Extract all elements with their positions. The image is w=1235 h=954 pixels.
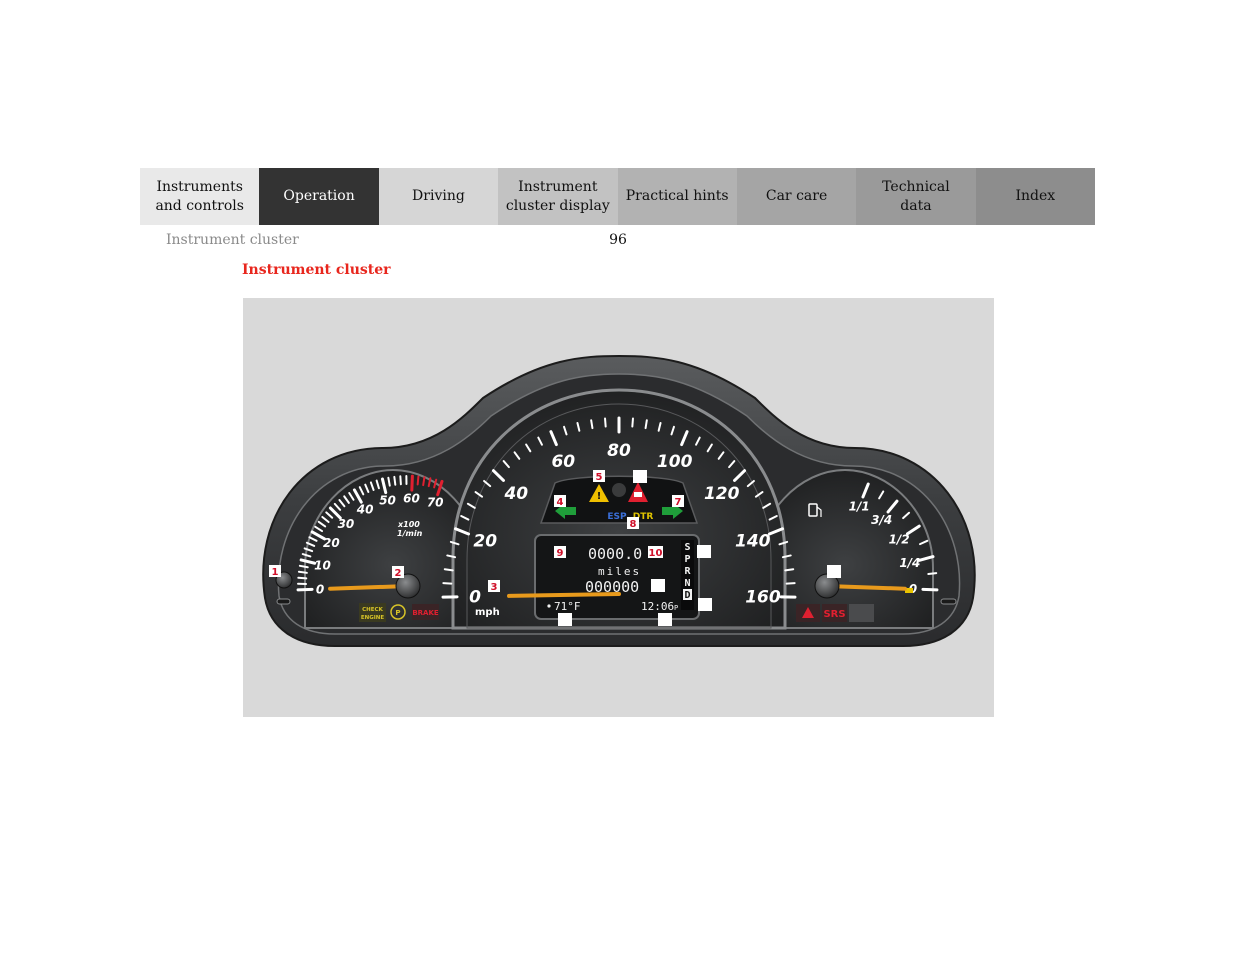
callout-number: 5 [596, 472, 603, 483]
callout-number: 8 [630, 519, 637, 530]
tach-tick [410, 474, 414, 492]
page-heading: Instrument cluster [242, 262, 391, 278]
speed-label: 20 [473, 532, 497, 552]
fuel-label: 1/4 [899, 556, 920, 570]
outside-temperature: 71°F [554, 600, 581, 613]
fuel-label: 1/1 [849, 499, 870, 513]
tach-tick [393, 475, 397, 486]
tach-unit-line1: x100 [397, 520, 420, 529]
tab-technical-data[interactable]: Technical data [856, 168, 976, 225]
callout-box [651, 579, 665, 592]
tach-label: 10 [314, 558, 331, 572]
instrument-cluster-figure: 010203040506070 020406080100120140160 01… [243, 298, 994, 717]
callout-box [658, 613, 672, 626]
callout-number: 10 [649, 548, 663, 559]
speed-tick [631, 417, 634, 428]
tach-tick [416, 475, 420, 486]
gear-indicator-r: R [684, 566, 691, 577]
fuel-label: 1/2 [889, 532, 910, 546]
speed-label: 120 [704, 484, 740, 504]
callout-box [633, 470, 647, 483]
tach-label: 70 [427, 496, 444, 510]
tab-instruments-and-controls[interactable]: Instruments and controls [140, 168, 260, 225]
tach-tick [422, 476, 426, 487]
callout-number: 4 [557, 497, 564, 508]
tab-operation[interactable]: Operation [259, 168, 379, 225]
speed-label: 100 [657, 452, 693, 472]
svg-text:P: P [395, 609, 400, 617]
callout-box [698, 598, 712, 611]
clock-suffix: P [674, 604, 678, 612]
gear-indicator-n: N [684, 578, 690, 589]
callout-number: 7 [675, 497, 682, 508]
clock-time: 12:06 [641, 600, 674, 613]
speed-tick [604, 417, 607, 428]
left-reset-slot [276, 598, 291, 605]
tach-unit-line2: 1/min [397, 529, 423, 538]
svg-text:!: ! [597, 491, 602, 502]
tab-instrument-cluster-display[interactable]: Instrument cluster display [498, 168, 618, 225]
check-engine-label-2: ENGINE [361, 615, 385, 621]
speed-tick [443, 568, 454, 572]
tab-car-care[interactable]: Car care [736, 168, 857, 225]
esp-indicator: ESP [607, 512, 627, 522]
tach-label: 30 [338, 517, 355, 531]
section-title: Instrument cluster [166, 232, 299, 248]
main-nav-tabs: Instruments and controls Operation Drivi… [140, 168, 1095, 225]
fuel-label: 3/4 [871, 513, 892, 527]
tach-label: 0 [316, 582, 324, 596]
tach-tick [387, 476, 391, 487]
callout-box [827, 565, 841, 578]
callout-box [697, 545, 711, 558]
callout-box [558, 613, 572, 626]
tab-practical-hints[interactable]: Practical hints [617, 168, 737, 225]
blank-lamp [849, 604, 874, 622]
gear-indicator-p: P [684, 554, 690, 565]
speed-tick [644, 419, 648, 430]
speed-label: 140 [735, 532, 771, 552]
brake-label: BRAKE [412, 609, 439, 617]
speed-label: 80 [607, 441, 631, 461]
trip-odometer-reading: 0000.0 [588, 545, 642, 563]
right-reset-slot [940, 598, 957, 605]
speed-tick [784, 568, 795, 572]
speed-needle [507, 592, 621, 598]
gear-indicator-s: S [684, 542, 690, 553]
check-engine-label-1: CHECK [362, 607, 383, 613]
speed-unit: mph [475, 607, 500, 618]
gear-indicator-d: D [684, 590, 690, 601]
callout-number: 3 [491, 582, 498, 593]
callout-number: 9 [557, 548, 564, 559]
tach-label: 20 [323, 536, 340, 550]
unlabeled-lamp [612, 483, 626, 497]
fuel-tick [927, 572, 938, 576]
tach-tick [297, 570, 308, 574]
speed-label: 160 [745, 587, 781, 607]
tach-label: 40 [356, 502, 374, 516]
speed-label: 40 [503, 484, 528, 504]
tach-tick [297, 576, 308, 580]
speed-label: 60 [551, 452, 575, 472]
speed-label: 0 [469, 587, 481, 607]
callout-number: 1 [272, 567, 279, 578]
tach-label: 60 [403, 491, 420, 505]
srs-label: SRS [823, 609, 845, 620]
callout-number: 2 [395, 568, 402, 579]
tach-tick [399, 475, 402, 486]
tab-driving[interactable]: Driving [378, 168, 499, 225]
distance-unit: miles [598, 565, 641, 578]
speed-tick [590, 419, 594, 430]
instrument-cluster-illustration: 010203040506070 020406080100120140160 01… [262, 354, 976, 647]
page-number: 96 [609, 232, 627, 248]
tach-label: 50 [379, 494, 396, 508]
tab-index[interactable]: Index [975, 168, 1095, 225]
